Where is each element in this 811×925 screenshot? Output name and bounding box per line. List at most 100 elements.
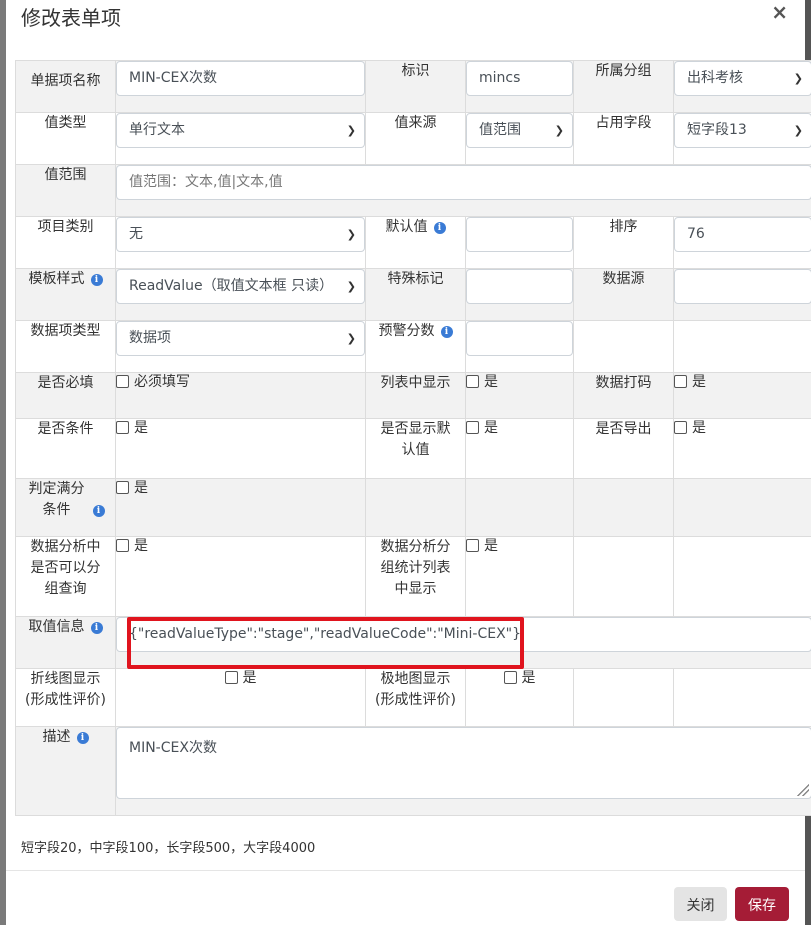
form-row: 描述 i MIN-CEX次数: [15, 726, 811, 816]
full-score-checkbox-label: 是: [134, 480, 148, 496]
warning-score-input[interactable]: [466, 321, 573, 356]
list-display-checkbox[interactable]: [466, 375, 479, 388]
form-row: 折线图显示(形成性评价) 是 极地图显示(形成性评价) 是: [15, 668, 811, 727]
export-checkbox[interactable]: [674, 421, 687, 434]
info-icon[interactable]: i: [440, 326, 453, 338]
info-icon[interactable]: i: [90, 274, 103, 286]
description-textarea[interactable]: MIN-CEX次数: [116, 727, 811, 799]
data-mask-checkbox[interactable]: [674, 375, 687, 388]
is-condition-label: 是否条件: [15, 418, 116, 479]
polar-chart-checkbox[interactable]: [503, 671, 517, 684]
info-icon[interactable]: i: [90, 622, 103, 634]
form-table: 单据项名称 MIN-CEX次数 标识 mincs 所属分组 出科考核 ❯ 值类型 …: [15, 60, 811, 816]
identifier-input[interactable]: mincs: [466, 61, 573, 96]
value-range-input[interactable]: 值范围：文本,值|文本,值: [116, 165, 811, 200]
info-icon[interactable]: i: [433, 222, 446, 234]
item-category-label: 项目类别: [15, 216, 116, 269]
info-icon[interactable]: i: [76, 732, 89, 744]
form-row: 值范围 值范围：文本,值|文本,值: [15, 164, 811, 217]
show-default-label: 是否显示默认值: [365, 418, 466, 479]
identifier-label: 标识: [365, 60, 466, 113]
show-default-checkbox[interactable]: [466, 421, 479, 434]
form-row: 是否必填 必须填写 列表中显示 是 数据打码 是: [15, 372, 811, 419]
template-style-label: 模板样式 i: [15, 268, 116, 321]
data-source-input[interactable]: [674, 269, 811, 304]
group-stat-checkbox-label: 是: [484, 538, 498, 554]
special-mark-label: 特殊标记: [365, 268, 466, 321]
full-score-checkbox[interactable]: [116, 481, 129, 494]
warning-score-label: 预警分数 i: [365, 320, 466, 373]
sort-order-label: 排序: [573, 216, 674, 269]
form-row: 数据分析中是否可以分组查询 是 数据分析分组统计列表中显示 是: [15, 536, 811, 617]
default-value-input[interactable]: [466, 217, 573, 252]
required-label: 是否必填: [15, 372, 116, 419]
empty-cell: [573, 668, 674, 727]
chevron-down-icon: ❯: [554, 124, 564, 137]
empty-cell: [573, 320, 674, 373]
line-chart-label: 折线图显示(形成性评价): [15, 668, 116, 727]
data-source-label: 数据源: [573, 268, 674, 321]
value-source-select[interactable]: 值范围 ❯: [466, 113, 573, 148]
group-stat-label: 数据分析分组统计列表中显示: [365, 536, 466, 617]
export-checkbox-label: 是: [692, 420, 706, 436]
empty-cell: [573, 536, 674, 617]
empty-cell: [673, 320, 811, 373]
read-info-input[interactable]: {"readValueType":"stage","readValueCode"…: [116, 617, 811, 652]
data-item-type-label: 数据项类型: [15, 320, 116, 373]
form-row: 值类型 单行文本 ❯ 值来源 值范围 ❯ 占用字段 短字段13 ❯: [15, 112, 811, 165]
form-row: 取值信息 i {"readValueType":"stage","readValu…: [15, 616, 811, 669]
item-category-select[interactable]: 无 ❯: [116, 217, 365, 252]
sort-order-input[interactable]: 76: [674, 217, 811, 252]
data-item-type-select[interactable]: 数据项 ❯: [116, 321, 365, 356]
field-length-note: 短字段20，中字段100，长字段500，大字段4000: [21, 841, 316, 856]
group-select[interactable]: 出科考核 ❯: [674, 61, 811, 96]
empty-cell: [573, 478, 674, 537]
polar-chart-checkbox-label: 是: [521, 670, 536, 686]
dialog-title: 修改表单项: [21, 6, 121, 30]
group-label: 所属分组: [573, 60, 674, 113]
resize-handle-icon[interactable]: [797, 784, 809, 796]
item-name-input[interactable]: MIN-CEX次数: [116, 61, 365, 96]
required-checkbox-label: 必须填写: [134, 374, 190, 390]
data-mask-checkbox-label: 是: [692, 374, 706, 390]
form-row: 是否条件 是 是否显示默认值 是 是否导出 是: [15, 418, 811, 479]
is-condition-checkbox[interactable]: [116, 421, 129, 434]
list-display-checkbox-label: 是: [484, 374, 498, 390]
close-button[interactable]: 关闭: [674, 887, 727, 921]
save-button[interactable]: 保存: [735, 887, 789, 921]
occupied-field-label: 占用字段: [573, 112, 674, 165]
chevron-down-icon: ❯: [346, 228, 356, 241]
form-row: 单据项名称 MIN-CEX次数 标识 mincs 所属分组 出科考核 ❯: [15, 60, 811, 113]
footer-divider: [6, 870, 805, 871]
value-range-label: 值范围: [15, 164, 116, 217]
empty-cell: [673, 478, 811, 537]
form-row: 判定满分条件 i 是: [15, 478, 811, 537]
dialog-header: 修改表单项 ×: [6, 0, 805, 44]
line-chart-checkbox[interactable]: [224, 671, 238, 684]
chevron-down-icon: ❯: [793, 124, 803, 137]
group-query-checkbox[interactable]: [116, 539, 129, 552]
template-style-select[interactable]: ReadValue（取值文本框 只读） ❯: [116, 269, 365, 304]
empty-cell: [673, 536, 811, 617]
default-value-label: 默认值 i: [365, 216, 466, 269]
export-label: 是否导出: [573, 418, 674, 479]
empty-cell: [365, 478, 466, 537]
form-row: 项目类别 无 ❯ 默认值 i 排序 76: [15, 216, 811, 269]
chevron-down-icon: ❯: [346, 280, 356, 293]
required-checkbox[interactable]: [116, 375, 129, 388]
chevron-down-icon: ❯: [793, 72, 803, 85]
chevron-down-icon: ❯: [346, 124, 356, 137]
info-icon[interactable]: i: [92, 505, 105, 517]
value-source-label: 值来源: [365, 112, 466, 165]
chevron-down-icon: ❯: [346, 332, 356, 345]
occupied-field-select[interactable]: 短字段13 ❯: [674, 113, 811, 148]
value-type-select[interactable]: 单行文本 ❯: [116, 113, 365, 148]
group-query-checkbox-label: 是: [134, 538, 148, 554]
group-stat-checkbox[interactable]: [466, 539, 479, 552]
full-score-label: 判定满分条件 i: [15, 478, 116, 537]
close-icon[interactable]: ×: [771, 0, 788, 24]
special-mark-input[interactable]: [466, 269, 573, 304]
value-type-label: 值类型: [15, 112, 116, 165]
empty-cell: [465, 478, 574, 537]
data-mask-label: 数据打码: [573, 372, 674, 419]
